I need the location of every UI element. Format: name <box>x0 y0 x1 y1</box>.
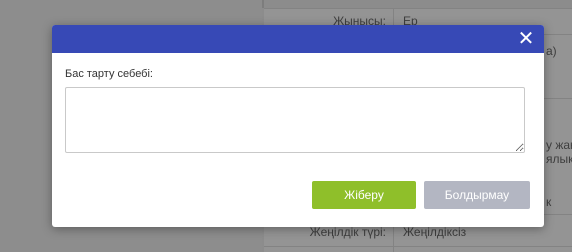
reject-reason-dialog: ✕ Бас тарту себебі: Жіберу Болдырмау <box>52 25 544 227</box>
reason-textarea[interactable] <box>65 87 525 153</box>
send-button[interactable]: Жіберу <box>312 181 416 209</box>
dialog-header: ✕ <box>52 25 544 53</box>
cancel-button[interactable]: Болдырмау <box>424 181 530 209</box>
close-icon[interactable]: ✕ <box>516 29 536 49</box>
reason-label: Бас тарту себебі: <box>65 68 153 80</box>
